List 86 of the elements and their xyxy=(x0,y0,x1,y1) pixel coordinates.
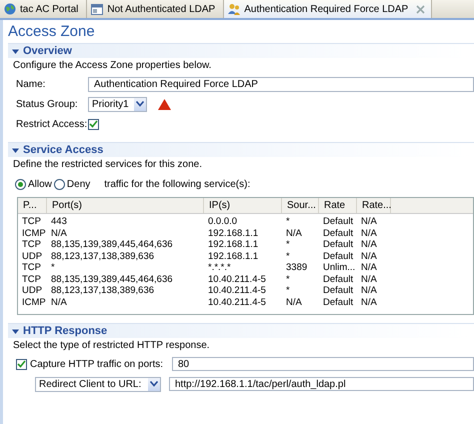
table-cell-text: 88,135,139,389,445,464,636 xyxy=(50,239,174,250)
column-header[interactable]: Rate xyxy=(319,198,357,213)
table-cell-text: 3389 xyxy=(285,262,308,274)
response-type-dropdown[interactable]: Redirect Client to URL: xyxy=(35,376,161,392)
section-header[interactable]: Service Access xyxy=(8,142,474,157)
section-description: Select the type of restricted HTTP response. xyxy=(13,340,211,353)
tab[interactable]: tac AC Portal xyxy=(0,0,88,18)
column-header[interactable]: P... xyxy=(18,198,47,213)
table-cell-text: * xyxy=(285,274,291,285)
table-cell-text: N/A xyxy=(285,228,303,239)
table-cell-text: N/A xyxy=(360,296,378,308)
table-cell-text: Default xyxy=(322,250,354,262)
table-cell-text: 192.168.1.1 xyxy=(207,250,260,262)
table-cell-text: N/A xyxy=(50,228,68,239)
table-cell-text: TCP xyxy=(21,239,42,250)
table-cell-text: N/A xyxy=(360,250,378,262)
column-header[interactable]: Rate... xyxy=(357,198,391,213)
table-cell-text: 10.40.211.4-5 xyxy=(207,285,267,296)
table-cell-text: Default xyxy=(322,239,354,250)
table-cell-text: 192.168.1.1 xyxy=(207,239,260,250)
table-cell-text: Default xyxy=(322,228,354,239)
table-cell-text: N/A xyxy=(360,262,378,274)
table-cell-text: UDP xyxy=(21,285,44,296)
table-cell-text: Default xyxy=(322,216,354,228)
table-cell-text: * xyxy=(285,216,291,228)
section-header[interactable]: HTTP Response xyxy=(8,323,474,338)
table-cell-text: 10.40.211.4-5 xyxy=(207,274,267,285)
table-cell-text: N/A xyxy=(50,296,68,308)
traffic-label: traffic for the following service(s): xyxy=(104,178,250,190)
checkbox[interactable] xyxy=(88,118,99,130)
users-icon xyxy=(228,3,240,15)
section-description: Configure the Access Zone properties below. xyxy=(13,60,212,73)
table-cell-text: TCP xyxy=(21,216,42,228)
table-cell-text: TCP xyxy=(21,274,42,285)
column-header[interactable]: Port(s) xyxy=(47,198,204,213)
close-icon xyxy=(416,4,426,14)
table-cell-text: * xyxy=(285,239,291,250)
checkmark-icon xyxy=(17,360,26,368)
column-header[interactable]: IP(s) xyxy=(204,198,282,213)
table-cell-text: Default xyxy=(322,285,354,296)
section-header[interactable]: Overview xyxy=(8,43,474,58)
table-cell-text: * xyxy=(285,250,291,262)
table-cell-text: 88,123,137,138,389,636 xyxy=(50,250,156,262)
table-cell-text: 192.168.1.1 xyxy=(207,228,260,239)
checkmark-icon xyxy=(89,120,98,128)
table-cell-text: * xyxy=(50,262,56,274)
field-label: Name: xyxy=(15,78,46,90)
checkbox-label: Capture HTTP traffic on ports: xyxy=(30,358,164,370)
field-label: Status Group: xyxy=(15,98,79,110)
field-label: Restrict Access: xyxy=(15,118,88,130)
table-cell-text: Default xyxy=(322,296,354,308)
radio-button[interactable]: Deny xyxy=(54,178,90,190)
table-cell-text: 443 xyxy=(50,216,68,228)
status-group-dropdown[interactable]: Priority1 xyxy=(88,96,147,112)
expanded-arrow-icon xyxy=(12,328,19,334)
checkbox[interactable] xyxy=(16,358,27,370)
table-cell-text: *.*.*.* xyxy=(207,262,232,274)
tab[interactable]: Authentication Required Force LDAP xyxy=(224,0,432,18)
table-cell-text: N/A xyxy=(360,239,378,250)
radio-button[interactable]: Allow xyxy=(15,178,52,190)
table-cell-text: ICMP xyxy=(21,228,47,239)
url-field[interactable]: http://192.168.1.1/tac/perl/auth_ldap.pl xyxy=(169,377,474,391)
section-description: Define the restricted services for this zone. xyxy=(13,159,203,172)
table-cell-text: TCP xyxy=(21,262,42,274)
table-cell-text: Unlim... xyxy=(322,262,356,274)
table-cell-text: N/A xyxy=(360,274,378,285)
table-cell-text: N/A xyxy=(285,296,303,308)
expanded-arrow-icon xyxy=(12,146,19,154)
table-cell-text: 88,123,137,138,389,636 xyxy=(50,285,156,296)
ports-field[interactable]: 80 xyxy=(172,357,474,371)
globe-icon xyxy=(4,3,16,15)
name-field[interactable]: Authentication Required Force LDAP xyxy=(88,76,474,92)
table-cell-text: N/A xyxy=(360,228,378,239)
expanded-arrow-icon xyxy=(12,48,19,54)
table-cell-text: 88,135,139,389,445,464,636 xyxy=(50,274,174,285)
table-cell-text: 10.40.211.4-5 xyxy=(207,296,267,308)
table-cell-text: 0.0.0.0 xyxy=(207,216,238,228)
table-cell-text: UDP xyxy=(21,250,44,262)
table-cell-text: N/A xyxy=(360,216,378,228)
page-title: Access Zone xyxy=(8,22,96,42)
window-icon xyxy=(91,3,104,15)
table-cell-text: ICMP xyxy=(21,296,47,308)
table-cell-text: Default xyxy=(322,274,354,285)
column-header[interactable]: Sour... xyxy=(282,198,319,213)
table-cell-text: N/A xyxy=(360,285,378,296)
table-cell-text: * xyxy=(285,285,291,296)
